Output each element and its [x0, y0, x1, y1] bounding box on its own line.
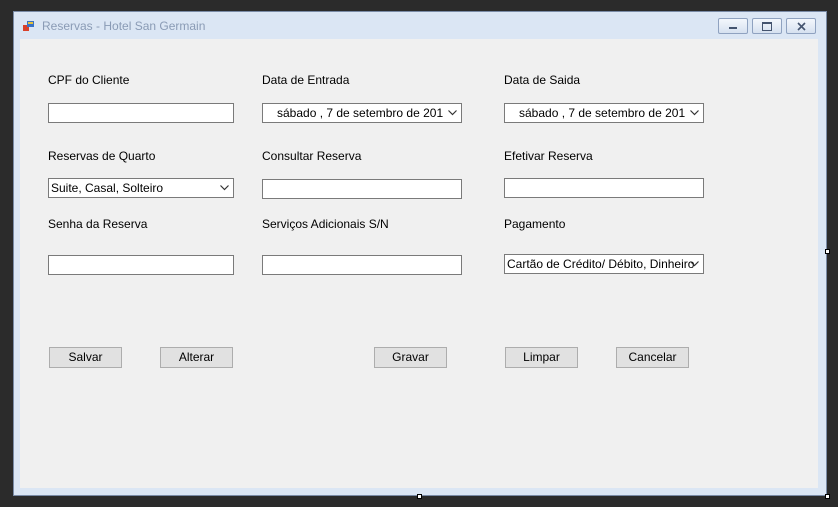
minimize-icon [729, 27, 737, 29]
pagamento-select[interactable]: Cartão de Crédito/ Débito, Dinheiro [504, 254, 704, 274]
chevron-down-icon[interactable] [445, 104, 459, 122]
form-window: Reservas - Hotel San Germain CPF do Clie… [13, 11, 827, 496]
pagamento-label: Pagamento [504, 217, 566, 231]
pagamento-value: Cartão de Crédito/ Débito, Dinheiro [507, 257, 695, 271]
salvar-button[interactable]: Salvar [49, 347, 122, 368]
form-icon [23, 21, 34, 31]
data-entrada-picker[interactable]: sábado , 7 de setembro de 2019 [262, 103, 462, 123]
reservas-quarto-value: Suite, Casal, Solteiro [51, 181, 164, 195]
senha-reserva-label: Senha da Reserva [48, 217, 148, 231]
close-button[interactable] [786, 18, 816, 34]
title-bar[interactable]: Reservas - Hotel San Germain [14, 12, 826, 40]
cpf-label: CPF do Cliente [48, 73, 130, 87]
cancelar-button[interactable]: Cancelar [616, 347, 689, 368]
data-saida-value: sábado , 7 de setembro de 2019 [519, 106, 685, 120]
data-saida-label: Data de Saida [504, 73, 581, 87]
limpar-button[interactable]: Limpar [505, 347, 578, 368]
cpf-input[interactable] [48, 103, 234, 123]
efetivar-reserva-input[interactable] [504, 178, 704, 198]
resize-handle-right[interactable] [825, 249, 830, 254]
maximize-icon [762, 21, 772, 31]
consultar-reserva-label: Consultar Reserva [262, 149, 362, 163]
reservas-quarto-label: Reservas de Quarto [48, 149, 156, 163]
servicos-adicionais-input[interactable] [262, 255, 462, 275]
senha-reserva-input[interactable] [48, 255, 234, 275]
designer-surface: Reservas - Hotel San Germain CPF do Clie… [0, 0, 838, 507]
data-saida-picker[interactable]: sábado , 7 de setembro de 2019 [504, 103, 704, 123]
chevron-down-icon[interactable] [217, 179, 231, 197]
data-entrada-label: Data de Entrada [262, 73, 350, 87]
gravar-button[interactable]: Gravar [374, 347, 447, 368]
close-icon [796, 21, 806, 31]
consultar-reserva-input[interactable] [262, 179, 462, 199]
maximize-button[interactable] [752, 18, 782, 34]
alterar-button[interactable]: Alterar [160, 347, 233, 368]
data-entrada-value: sábado , 7 de setembro de 2019 [277, 106, 443, 120]
window-title: Reservas - Hotel San Germain [42, 19, 206, 33]
minimize-button[interactable] [718, 18, 748, 34]
resize-handle-corner[interactable] [825, 494, 830, 499]
efetivar-reserva-label: Efetivar Reserva [504, 149, 593, 163]
form-client-area: CPF do Cliente Data de Entrada Data de S… [20, 39, 818, 488]
reservas-quarto-select[interactable]: Suite, Casal, Solteiro [48, 178, 234, 198]
servicos-adicionais-label: Serviços Adicionais S/N [262, 217, 389, 231]
resize-handle-bottom[interactable] [417, 494, 422, 499]
chevron-down-icon[interactable] [687, 104, 701, 122]
chevron-down-icon[interactable] [687, 255, 701, 273]
